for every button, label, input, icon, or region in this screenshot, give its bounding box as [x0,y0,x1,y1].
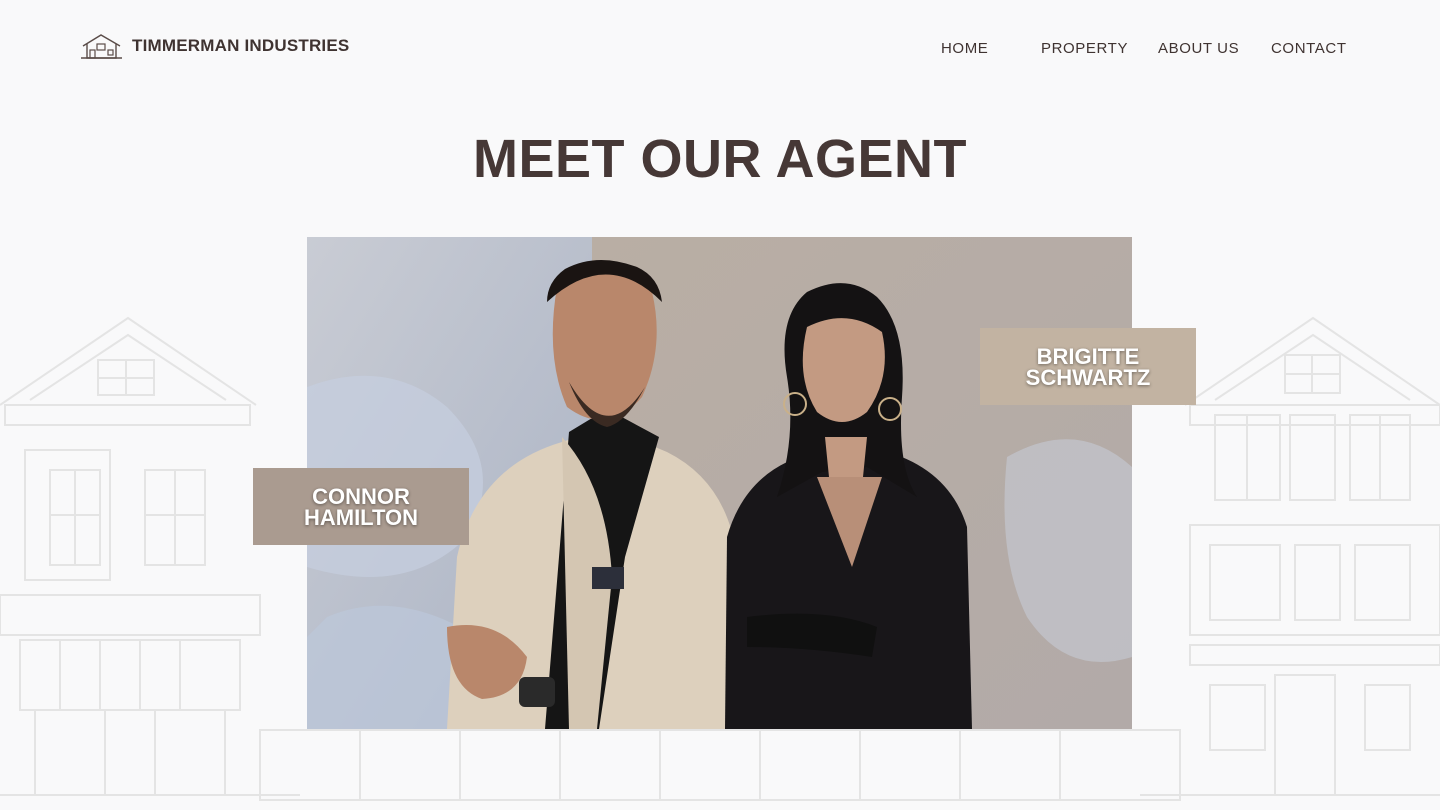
nav-property-link[interactable]: PROPERTY [1041,40,1128,57]
nav-about-us-link[interactable]: ABOUT US [1158,40,1239,57]
page-title: MEET OUR AGENT [472,129,967,189]
agent-last-name: SCHWARTZ [1025,364,1151,390]
agent-last-name: HAMILTON [303,504,419,530]
agent-name: BRIGITTE SCHWARTZ [1025,343,1151,390]
nav-contact-link[interactable]: CONTACT [1271,40,1347,57]
agent-first-name: BRIGITTE [1036,343,1140,369]
site-header: TIMMERMAN INDUSTRIES HOME PROPERTY ABOUT… [0,0,1440,100]
nav-home-link[interactable]: HOME [941,40,988,57]
agent-card-connor-hamilton[interactable]: CONNOR HAMILTON [253,468,469,545]
agent-card-brigitte-schwartz[interactable]: BRIGITTE SCHWARTZ [980,328,1196,405]
agent-first-name: CONNOR [312,483,410,509]
agent-name: CONNOR HAMILTON [303,483,419,530]
main-navigation: HOME PROPERTY ABOUT US CONTACT [0,40,1440,60]
